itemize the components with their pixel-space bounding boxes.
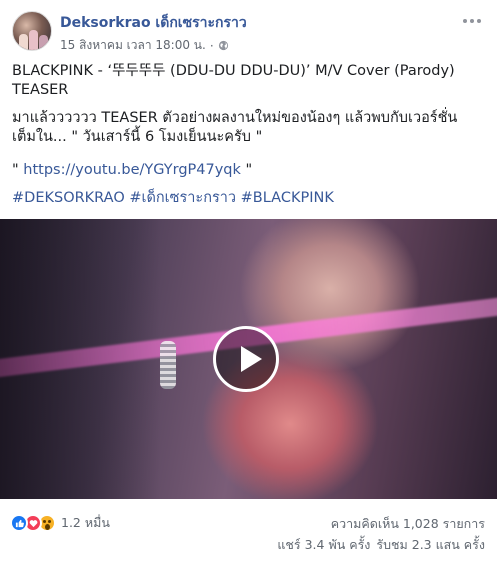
hashtag-dekseraokrao-thai[interactable]: #เด็กเซราะกราว [129,190,236,206]
link-prefix: " [12,162,24,178]
reactions-count[interactable]: 1.2 หมื่น [61,513,110,533]
earring-detail [160,341,176,389]
post-title: BLACKPINK - ‘뚜두뚜두 (DDU-DU DDU-DU)’ M/V C… [12,62,488,100]
post-header: Deksorkrao เด็กเซราะกราว 15 สิงหาคม เวลา… [0,0,497,56]
shares-count[interactable]: แชร์ 3.4 พัน ครั้ง [277,537,370,552]
hashtag-deksorkrao[interactable]: #DEKSORKRAO [12,190,125,206]
comments-count[interactable]: ความคิดเห็น 1,028 รายการ [331,514,485,534]
post-timestamp[interactable]: 15 สิงหาคม เวลา 18:00 น. [60,36,206,55]
youtube-link[interactable]: https://youtu.be/YGYrgP47yqk [23,162,241,178]
play-icon [241,346,262,372]
like-icon [10,514,28,532]
globe-icon[interactable] [218,40,229,51]
post-body-line2: เต็มใน... " วันเสาร์นี้ 6 โมงเย็นนะครับ … [12,129,263,145]
page-avatar[interactable] [12,11,52,51]
post-title-line1: BLACKPINK - ‘뚜두뚜두 (DDU-DU DDU-DU)’ M/V C… [12,63,455,79]
post-body: มาแล้วววววว TEASER ตัวอย่างผลงานใหม่ของน… [12,109,488,147]
link-suffix: " [240,162,253,178]
hashtags: #DEKSORKRAO #เด็กเซราะกราว #BLACKPINK [12,189,488,208]
post-meta: 15 สิงหาคม เวลา 18:00 น. · [60,36,229,55]
more-icon[interactable] [463,14,483,28]
post-title-line2: TEASER [12,82,69,98]
play-button[interactable] [213,326,279,392]
avatar-figure [39,35,48,50]
post-link-line: " https://youtu.be/YGYrgP47yqk " [12,161,488,180]
page-name-link[interactable]: Deksorkrao เด็กเซราะกราว [60,12,247,34]
avatar-figure [29,30,38,50]
shares-views: แชร์ 3.4 พัน ครั้ง รับชม 2.3 แสน ครั้ง [277,535,485,555]
reactions-summary[interactable]: 1.2 หมื่น [10,513,110,533]
video-player[interactable] [0,219,497,499]
hashtag-blackpink[interactable]: #BLACKPINK [241,190,334,206]
post-body-line1: มาแล้วววววว TEASER ตัวอย่างผลงานใหม่ของน… [12,110,458,126]
views-count: รับชม 2.3 แสน ครั้ง [376,537,485,552]
avatar-figure [19,34,28,50]
post-footer: 1.2 หมื่น ความคิดเห็น 1,028 รายการ แชร์ … [0,505,497,561]
meta-separator: · [209,38,214,53]
